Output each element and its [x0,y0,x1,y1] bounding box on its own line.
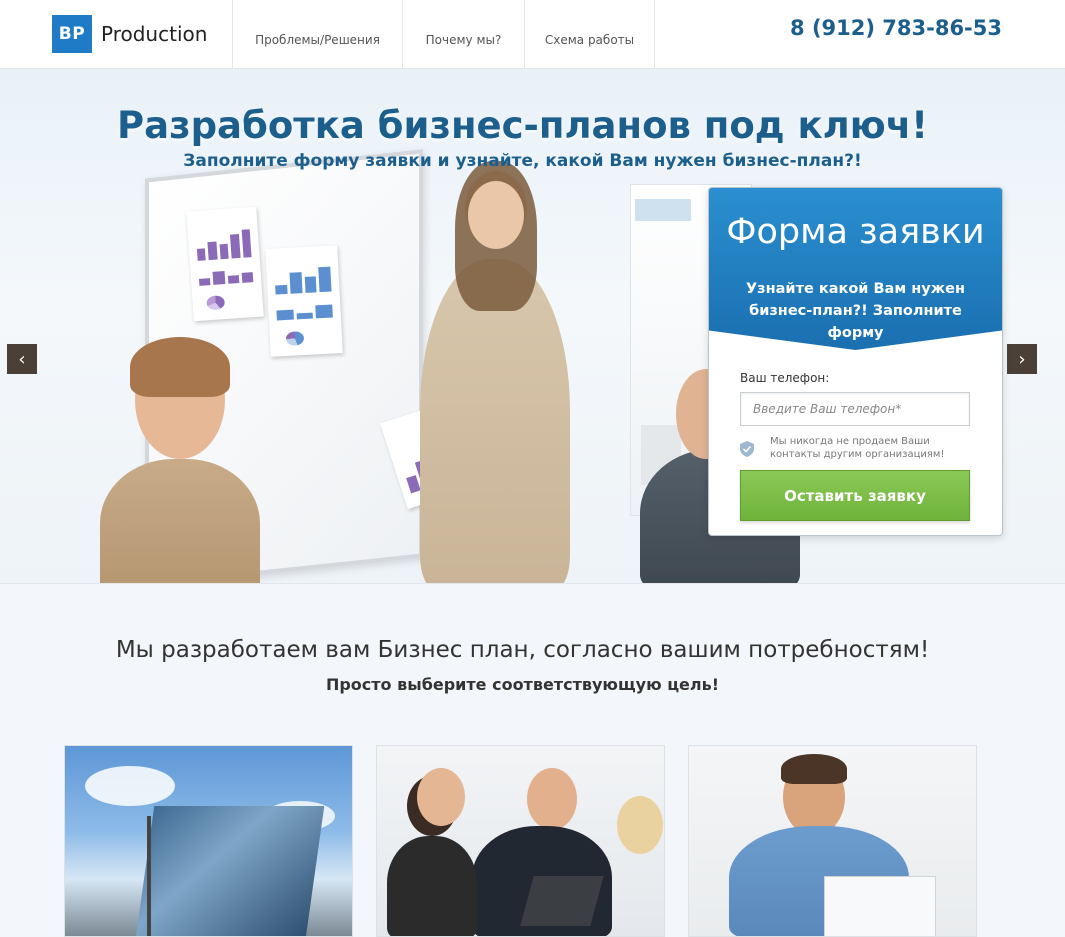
goals-subtitle: Просто выберите соответствующую цель! [325,675,720,694]
laptop-image [520,876,604,926]
chart-paper-2 [265,245,343,357]
man-hair [781,754,847,784]
phone-input[interactable] [740,392,970,426]
goal-card-office-building[interactable] [64,745,353,937]
submit-request-button[interactable]: Оставить заявку [740,470,970,521]
nav-work-scheme[interactable]: Схема работы [524,0,654,68]
slider-prev-button[interactable]: ‹ [7,344,37,374]
nav-why-us[interactable]: Почему мы? [402,0,524,68]
meeting-person-2-head [527,768,577,830]
laptop-image [824,876,936,936]
goal-card-man-with-laptop[interactable] [688,745,977,937]
lamp-post [147,816,151,936]
nav-divider [654,0,655,68]
slider-next-button[interactable]: › [1007,344,1037,374]
office-building-image [135,806,325,936]
site-header: BP Production Проблемы/Решения Почему мы… [0,0,1065,69]
cloud-shape [85,766,175,806]
form-title: Форма заявки [726,212,985,252]
goal-card-business-meeting[interactable] [376,745,665,937]
listener-left-hair [130,337,230,397]
nav-problems-solutions[interactable]: Проблемы/Решения [232,0,402,68]
hero-slider: Разработка бизнес-планов под ключ! Запол… [0,69,1065,584]
presenter-face [468,181,524,249]
form-subtitle: Узнайте какой Вам нужен бизнес-план?! За… [746,281,965,341]
meeting-person-4-head [617,796,663,854]
hero-title: Разработка бизнес-планов под ключ! [116,104,929,147]
meeting-person-3-head [417,768,465,826]
hero-subtitle: Заполните форму заявки и узнайте, какой … [183,151,862,171]
chart-paper-1 [186,206,264,322]
logo-mark[interactable]: BP [52,15,92,53]
header-phone[interactable]: 8 (912) 783-86-53 [790,16,1002,40]
phone-label: Ваш телефон: [740,371,830,385]
logo-text[interactable]: Production [101,22,207,46]
goals-title: Мы разработаем вам Бизнес план, согласно… [115,637,930,663]
shield-icon [740,441,754,457]
request-form: Форма заявки Узнайте какой Вам нужен биз… [708,187,1003,536]
listener-left-body [100,459,260,583]
privacy-note: Мы никогда не продаем Ваши контакты друг… [770,436,945,460]
meeting-person-left [387,836,477,936]
